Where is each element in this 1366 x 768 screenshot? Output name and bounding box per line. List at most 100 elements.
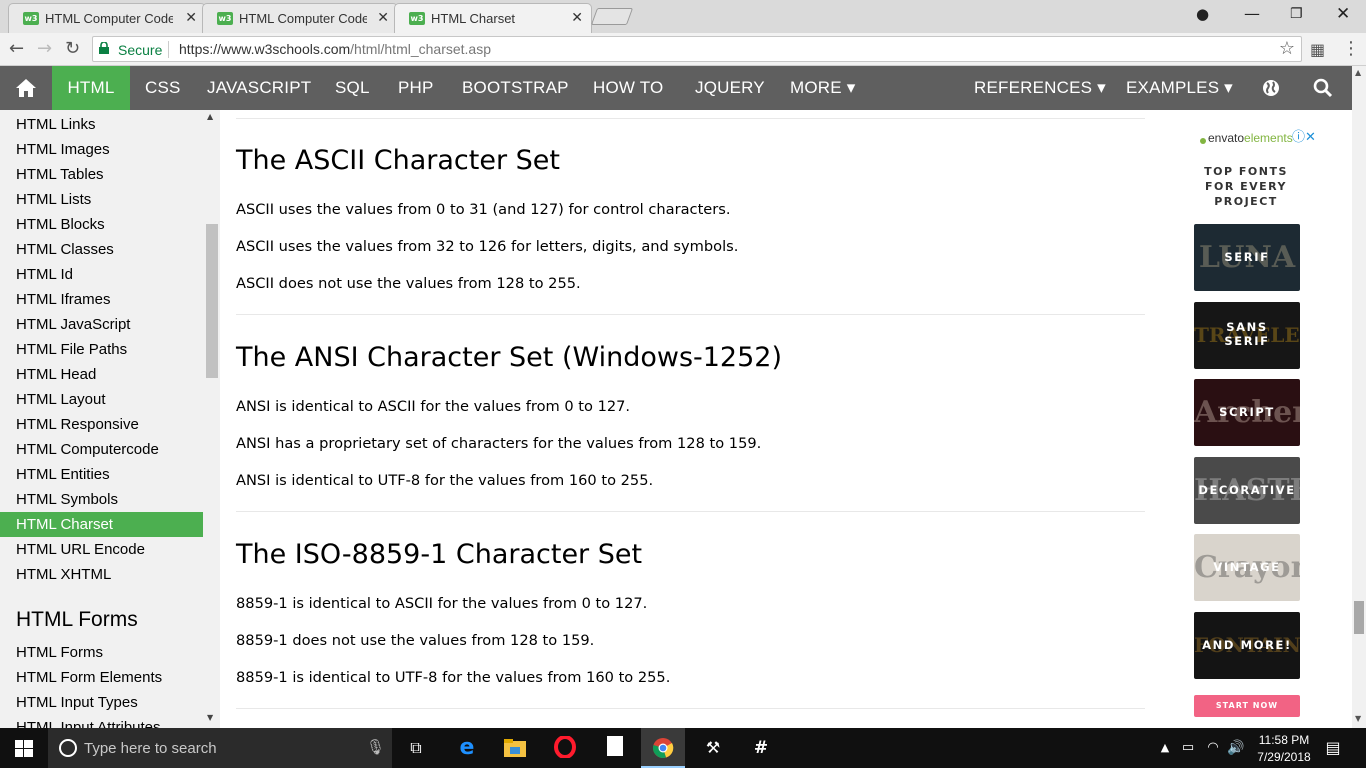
sidebar-item-html-lists[interactable]: HTML Lists	[0, 187, 203, 212]
forward-arrow-icon[interactable]: →	[37, 38, 52, 59]
task-view-icon[interactable]: ⧉	[404, 736, 428, 760]
sidebar-item-html-images[interactable]: HTML Images	[0, 137, 203, 162]
sidebar-item-html-classes[interactable]: HTML Classes	[0, 237, 203, 262]
taskbar-search-box[interactable]: Type here to search 🎙	[48, 728, 392, 768]
home-icon[interactable]	[15, 78, 37, 98]
menu-icon[interactable]: ⋮	[1342, 38, 1360, 59]
sidebar-item-html-charset[interactable]: HTML Charset	[0, 512, 203, 537]
sidebar-item-html-tables[interactable]: HTML Tables	[0, 162, 203, 187]
sidebar-item-html-entities[interactable]: HTML Entities	[0, 462, 203, 487]
nav-bootstrap[interactable]: BOOTSTRAP	[462, 66, 569, 110]
nav-how-to[interactable]: HOW TO	[593, 66, 663, 110]
sidebar-item-html-blocks[interactable]: HTML Blocks	[0, 212, 203, 237]
sidebar-item-html-symbols[interactable]: HTML Symbols	[0, 487, 203, 512]
volume-icon[interactable]: 🔊	[1224, 736, 1248, 760]
sidebar-item-html-input-types[interactable]: HTML Input Types	[0, 690, 203, 715]
reload-icon[interactable]: ↻	[65, 38, 80, 59]
sidebar-item-html-input-attributes[interactable]: HTML Input Attributes	[0, 715, 203, 728]
secure-label: Secure	[118, 42, 163, 58]
nav-references-dropdown[interactable]: REFERENCES ▾	[974, 66, 1106, 110]
browser-tab-2[interactable]: w3 HTML Computer Code Ele ✕	[202, 3, 398, 33]
sidebar-item-html-layout[interactable]: HTML Layout	[0, 387, 203, 412]
scroll-down-arrow-icon[interactable]: ▼	[1355, 714, 1361, 723]
clock-time: 11:58 PM	[1258, 733, 1310, 747]
nav-html[interactable]: HTML	[52, 66, 130, 110]
sidebar-item-html-iframes[interactable]: HTML Iframes	[0, 287, 203, 312]
sidebar-item-html-responsive[interactable]: HTML Responsive	[0, 412, 203, 437]
sidebar-item-html-form-elements[interactable]: HTML Form Elements	[0, 665, 203, 690]
nav-more-dropdown[interactable]: MORE ▾	[790, 66, 855, 110]
ad-tile-decorative[interactable]: HASTEDECORATIVE	[1194, 456, 1300, 524]
bookmark-star-icon[interactable]: ☆	[1279, 38, 1295, 59]
start-now-button[interactable]: START NOW	[1194, 695, 1300, 717]
ad-info-close-icon[interactable]: ⓘ✕	[1292, 126, 1316, 145]
minimize-window-button[interactable]: —	[1244, 4, 1260, 23]
url-text[interactable]: https://www.w3schools.com/html/html_char…	[179, 41, 491, 57]
new-tab-button[interactable]	[590, 8, 634, 25]
paragraph: 8859-1 does not use the values from 128 …	[236, 632, 595, 649]
sidebar-item-html-head[interactable]: HTML Head	[0, 362, 203, 387]
browser-tab-1[interactable]: w3 HTML Computer Code Ele ✕	[8, 3, 206, 33]
nav-sql[interactable]: SQL	[335, 66, 370, 110]
back-arrow-icon[interactable]: ←	[9, 38, 24, 59]
ad-tile-sans-serif[interactable]: TRAVELERSANSSERIF	[1194, 301, 1300, 369]
scroll-down-arrow-icon[interactable]: ▼	[207, 713, 213, 722]
heading-ansi: The ANSI Character Set (Windows-1252)	[236, 342, 782, 373]
edge-browser-icon[interactable]: e	[455, 736, 479, 760]
extension-icon[interactable]: ▦	[1310, 40, 1325, 59]
ad-headline: TOP FONTS FOR EVERY PROJECT	[1204, 165, 1288, 208]
close-tab-icon[interactable]: ✕	[571, 10, 583, 26]
profile-icon[interactable]: ●	[1196, 5, 1209, 23]
close-window-button[interactable]: ✕	[1336, 4, 1350, 24]
wifi-icon[interactable]: ◠	[1201, 736, 1225, 760]
show-hidden-icons-chevron[interactable]: ▲	[1153, 736, 1177, 760]
ad-tile-vintage[interactable]: CrayonVINTAGE	[1194, 534, 1300, 601]
close-tab-icon[interactable]: ✕	[185, 10, 197, 26]
sidebar-scrollbar[interactable]: ▲ ▼	[203, 110, 220, 728]
divider	[236, 511, 1145, 512]
battery-icon[interactable]: ▭	[1176, 736, 1200, 760]
globe-icon[interactable]	[1262, 79, 1280, 97]
search-icon[interactable]	[1313, 78, 1333, 98]
microphone-icon[interactable]: 🎙	[366, 738, 385, 756]
sidebar-item-html-javascript[interactable]: HTML JavaScript	[0, 312, 203, 337]
sidebar-scroll-thumb[interactable]	[206, 224, 218, 378]
sidebar-item-html-forms[interactable]: HTML Forms	[0, 640, 203, 665]
close-tab-icon[interactable]: ✕	[377, 10, 389, 26]
ad-tile-serif[interactable]: LUNA SERIF	[1194, 224, 1300, 291]
scroll-up-arrow-icon[interactable]: ▲	[1355, 68, 1361, 77]
divider	[236, 314, 1145, 315]
settings-tools-icon[interactable]: ⚒	[701, 736, 725, 760]
scroll-up-arrow-icon[interactable]: ▲	[207, 112, 213, 121]
slack-icon[interactable]: #	[749, 736, 773, 760]
chrome-taskbar-active[interactable]	[641, 728, 685, 768]
browser-tab-active[interactable]: w3 HTML Charset ✕	[394, 3, 592, 34]
nav-css[interactable]: CSS	[145, 66, 181, 110]
sidebar-item-html-id[interactable]: HTML Id	[0, 262, 203, 287]
advertisement[interactable]: envatoelements ⓘ✕ TOP FONTS FOR EVERY PR…	[1160, 110, 1352, 728]
sidebar-item-html-links[interactable]: HTML Links	[0, 112, 203, 137]
windows-start-icon[interactable]	[15, 740, 33, 757]
restore-window-button[interactable]: ❐	[1290, 6, 1303, 22]
page-scroll-thumb[interactable]	[1354, 601, 1364, 634]
nav-javascript[interactable]: JAVASCRIPT	[207, 66, 311, 110]
ad-tile-script[interactable]: Archer SCRIPT	[1194, 379, 1300, 446]
brand-prefix: envato	[1208, 131, 1245, 145]
windows-taskbar: Type here to search 🎙 ⧉ e ⚒ # ▲ ▭ ◠ 🔊 11…	[0, 728, 1366, 768]
tile-label: SERIF	[1224, 250, 1270, 264]
sidebar-item-html-computercode[interactable]: HTML Computercode	[0, 437, 203, 462]
sidebar-item-html-file-paths[interactable]: HTML File Paths	[0, 337, 203, 362]
file-explorer-icon[interactable]	[503, 736, 527, 760]
taskbar-clock[interactable]: 11:58 PM 7/29/2018	[1254, 732, 1314, 766]
address-bar[interactable]: Secure https://www.w3schools.com/html/ht…	[92, 36, 1302, 62]
notepad-icon[interactable]	[603, 736, 627, 760]
nav-examples-dropdown[interactable]: EXAMPLES ▾	[1126, 66, 1233, 110]
action-center-icon[interactable]: ▤	[1321, 736, 1345, 760]
nav-jquery[interactable]: JQUERY	[695, 66, 765, 110]
sidebar-item-html-xhtml[interactable]: HTML XHTML	[0, 562, 203, 587]
opera-browser-icon[interactable]	[553, 735, 577, 760]
nav-php[interactable]: PHP	[398, 66, 434, 110]
page-scrollbar[interactable]: ▲ ▼	[1352, 66, 1366, 728]
sidebar-item-html-url-encode[interactable]: HTML URL Encode	[0, 537, 203, 562]
ad-tile-and-more[interactable]: FONTAINEAND MORE!	[1194, 611, 1300, 679]
